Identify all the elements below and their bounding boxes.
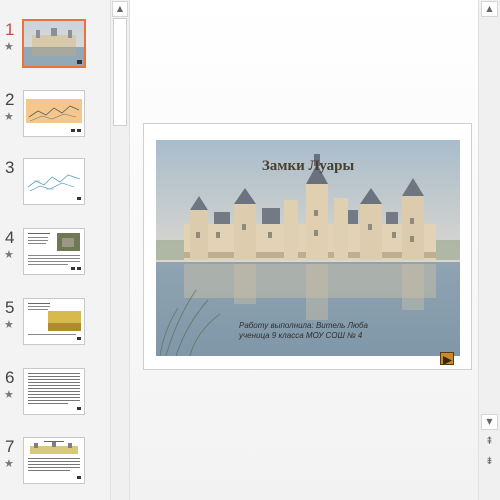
star-icon: ★ [4, 40, 14, 53]
thumbnail-image [23, 90, 85, 137]
thumbnail-image [22, 19, 86, 68]
slide-title[interactable]: Замки Луары [156, 158, 460, 175]
star-icon: ★ [4, 388, 14, 401]
slide-number: 5 [5, 298, 15, 317]
star-icon: ★ [4, 248, 14, 261]
thumbnail-slide-5[interactable]: 5 ★ [0, 298, 110, 358]
slide-editor-area[interactable]: Замки Луары Работу выполнила: Витель Люб… [130, 0, 478, 500]
thumbnail-slide-7[interactable]: 7 ★ [0, 437, 110, 497]
thumbnail-scrollbar[interactable]: ▲ [110, 0, 130, 500]
thumbnail-slide-3[interactable]: 3 [0, 158, 110, 218]
thumbnail-image [23, 228, 85, 275]
slide-number: 2 [5, 90, 15, 109]
slide-number: 1 [5, 20, 15, 39]
next-slide-action-button[interactable] [440, 352, 454, 365]
scroll-up-button[interactable]: ▲ [112, 1, 128, 17]
scroll-up-button[interactable]: ▲ [481, 1, 498, 17]
editor-scrollbar[interactable]: ▲ ▼ ⇞ ⇟ [478, 0, 500, 500]
slide-number: 7 [5, 437, 15, 456]
slide-number: 3 [5, 158, 15, 177]
thumbnail-image [23, 368, 85, 415]
star-icon: ★ [4, 318, 14, 331]
slide-number: 6 [5, 368, 15, 387]
scroll-down-button[interactable]: ▼ [481, 414, 498, 430]
chateau-photo: Замки Луары Работу выполнила: Витель Люб… [156, 140, 460, 356]
thumbnail-image [23, 437, 85, 484]
next-slide-icon[interactable]: ⇟ [481, 457, 498, 471]
thumbnail-slide-1[interactable]: 1 ★ [0, 19, 110, 80]
star-icon: ★ [4, 110, 14, 123]
thumbnail-image [23, 158, 85, 205]
thumbnail-slide-4[interactable]: 4 ★ [0, 228, 110, 288]
author-line-1[interactable]: Работу выполнила: Витель Люба [239, 321, 368, 330]
previous-slide-icon[interactable]: ⇞ [481, 437, 498, 451]
star-icon: ★ [4, 457, 14, 470]
play-arrow-icon [443, 356, 452, 365]
thumbnail-slide-2[interactable]: 2 ★ [0, 90, 110, 150]
author-line-2[interactable]: ученица 9 класса МОУ СОШ № 4 [239, 331, 362, 340]
current-slide[interactable]: Замки Луары Работу выполнила: Витель Люб… [143, 123, 472, 370]
thumbnail-slide-6[interactable]: 6 ★ [0, 368, 110, 428]
slide-number: 4 [5, 228, 15, 247]
slide-thumbnail-pane: 1 ★ 2 ★ 3 4 ★ 5 ★ 6 ★ 7 ★ [0, 0, 110, 500]
thumbnail-image [23, 298, 85, 345]
scrollbar-thumb[interactable] [113, 18, 127, 126]
